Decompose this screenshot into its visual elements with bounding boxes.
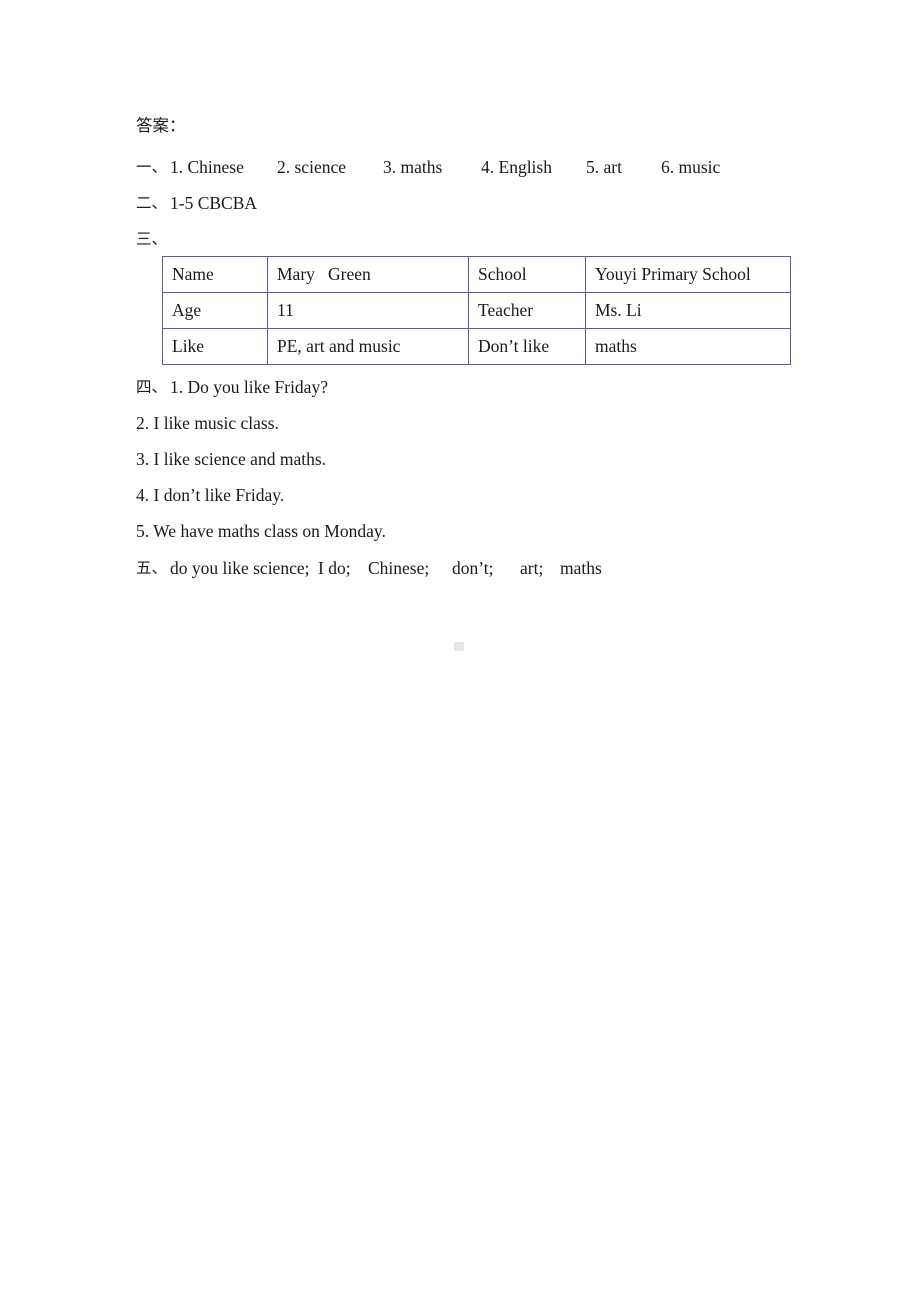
section-5-item-2: I do; [318,558,351,578]
cell-school-value: Youyi Primary School [585,256,791,293]
cell-name-value: Mary Green [267,256,469,293]
table-row: Age 11 Teacher Ms. Li [162,292,791,329]
cell-like-value: PE, art and music [267,328,469,365]
table-row: Like PE, art and music Don’t like maths [162,328,791,365]
section-marker-5: 五、 [136,559,168,577]
section-5-item-1: do you like science; [170,558,310,578]
section-4-item-3: 3. I like science and maths. [136,449,327,469]
section-marker-3: 三、 [136,230,168,248]
section-1-item-1: 1. Chinese [170,157,244,177]
cell-teacher-value: Ms. Li [585,292,791,329]
section-4-item-1: 1. Do you like Friday? [170,377,328,397]
cell-like-label: Like [162,328,268,365]
section-1-item-4: 4. English [481,157,552,177]
document-page: 答案： 一、 1. Chinese 2. science 3. maths 4.… [0,0,920,1302]
section-marker-1: 一、 [136,158,168,176]
section-marker-2: 二、 [136,194,168,212]
section-5-item-4: don’t; [452,558,494,578]
section-2-text: 1-5 CBCBA [170,193,258,213]
section-marker-4: 四、 [136,378,168,396]
section-5-item-5: art; [520,558,544,578]
student-info-table: Name Mary Green School Youyi Primary Sch… [162,256,791,365]
cell-dontlike-label: Don’t like [468,328,586,365]
cell-age-value: 11 [267,292,469,329]
section-1-item-3: 3. maths [383,157,443,177]
section-4-item-2: 2. I like music class. [136,413,279,433]
section-5-item-3: Chinese; [368,558,430,578]
cell-name-label: Name [162,256,268,293]
section-4-item-4: 4. I don’t like Friday. [136,485,285,505]
cell-teacher-label: Teacher [468,292,586,329]
section-5-item-6: maths [560,558,602,578]
cell-dontlike-value: maths [585,328,791,365]
cell-age-label: Age [162,292,268,329]
section-1-item-5: 5. art [586,157,622,177]
section-1-item-6: 6. music [661,157,721,177]
cell-school-label: School [468,256,586,293]
section-4-item-5: 5. We have maths class on Monday. [136,521,386,541]
answer-heading: 答案： [136,116,186,135]
table-row: Name Mary Green School Youyi Primary Sch… [162,256,791,293]
page-watermark-mark [454,642,464,651]
section-1-item-2: 2. science [277,157,346,177]
